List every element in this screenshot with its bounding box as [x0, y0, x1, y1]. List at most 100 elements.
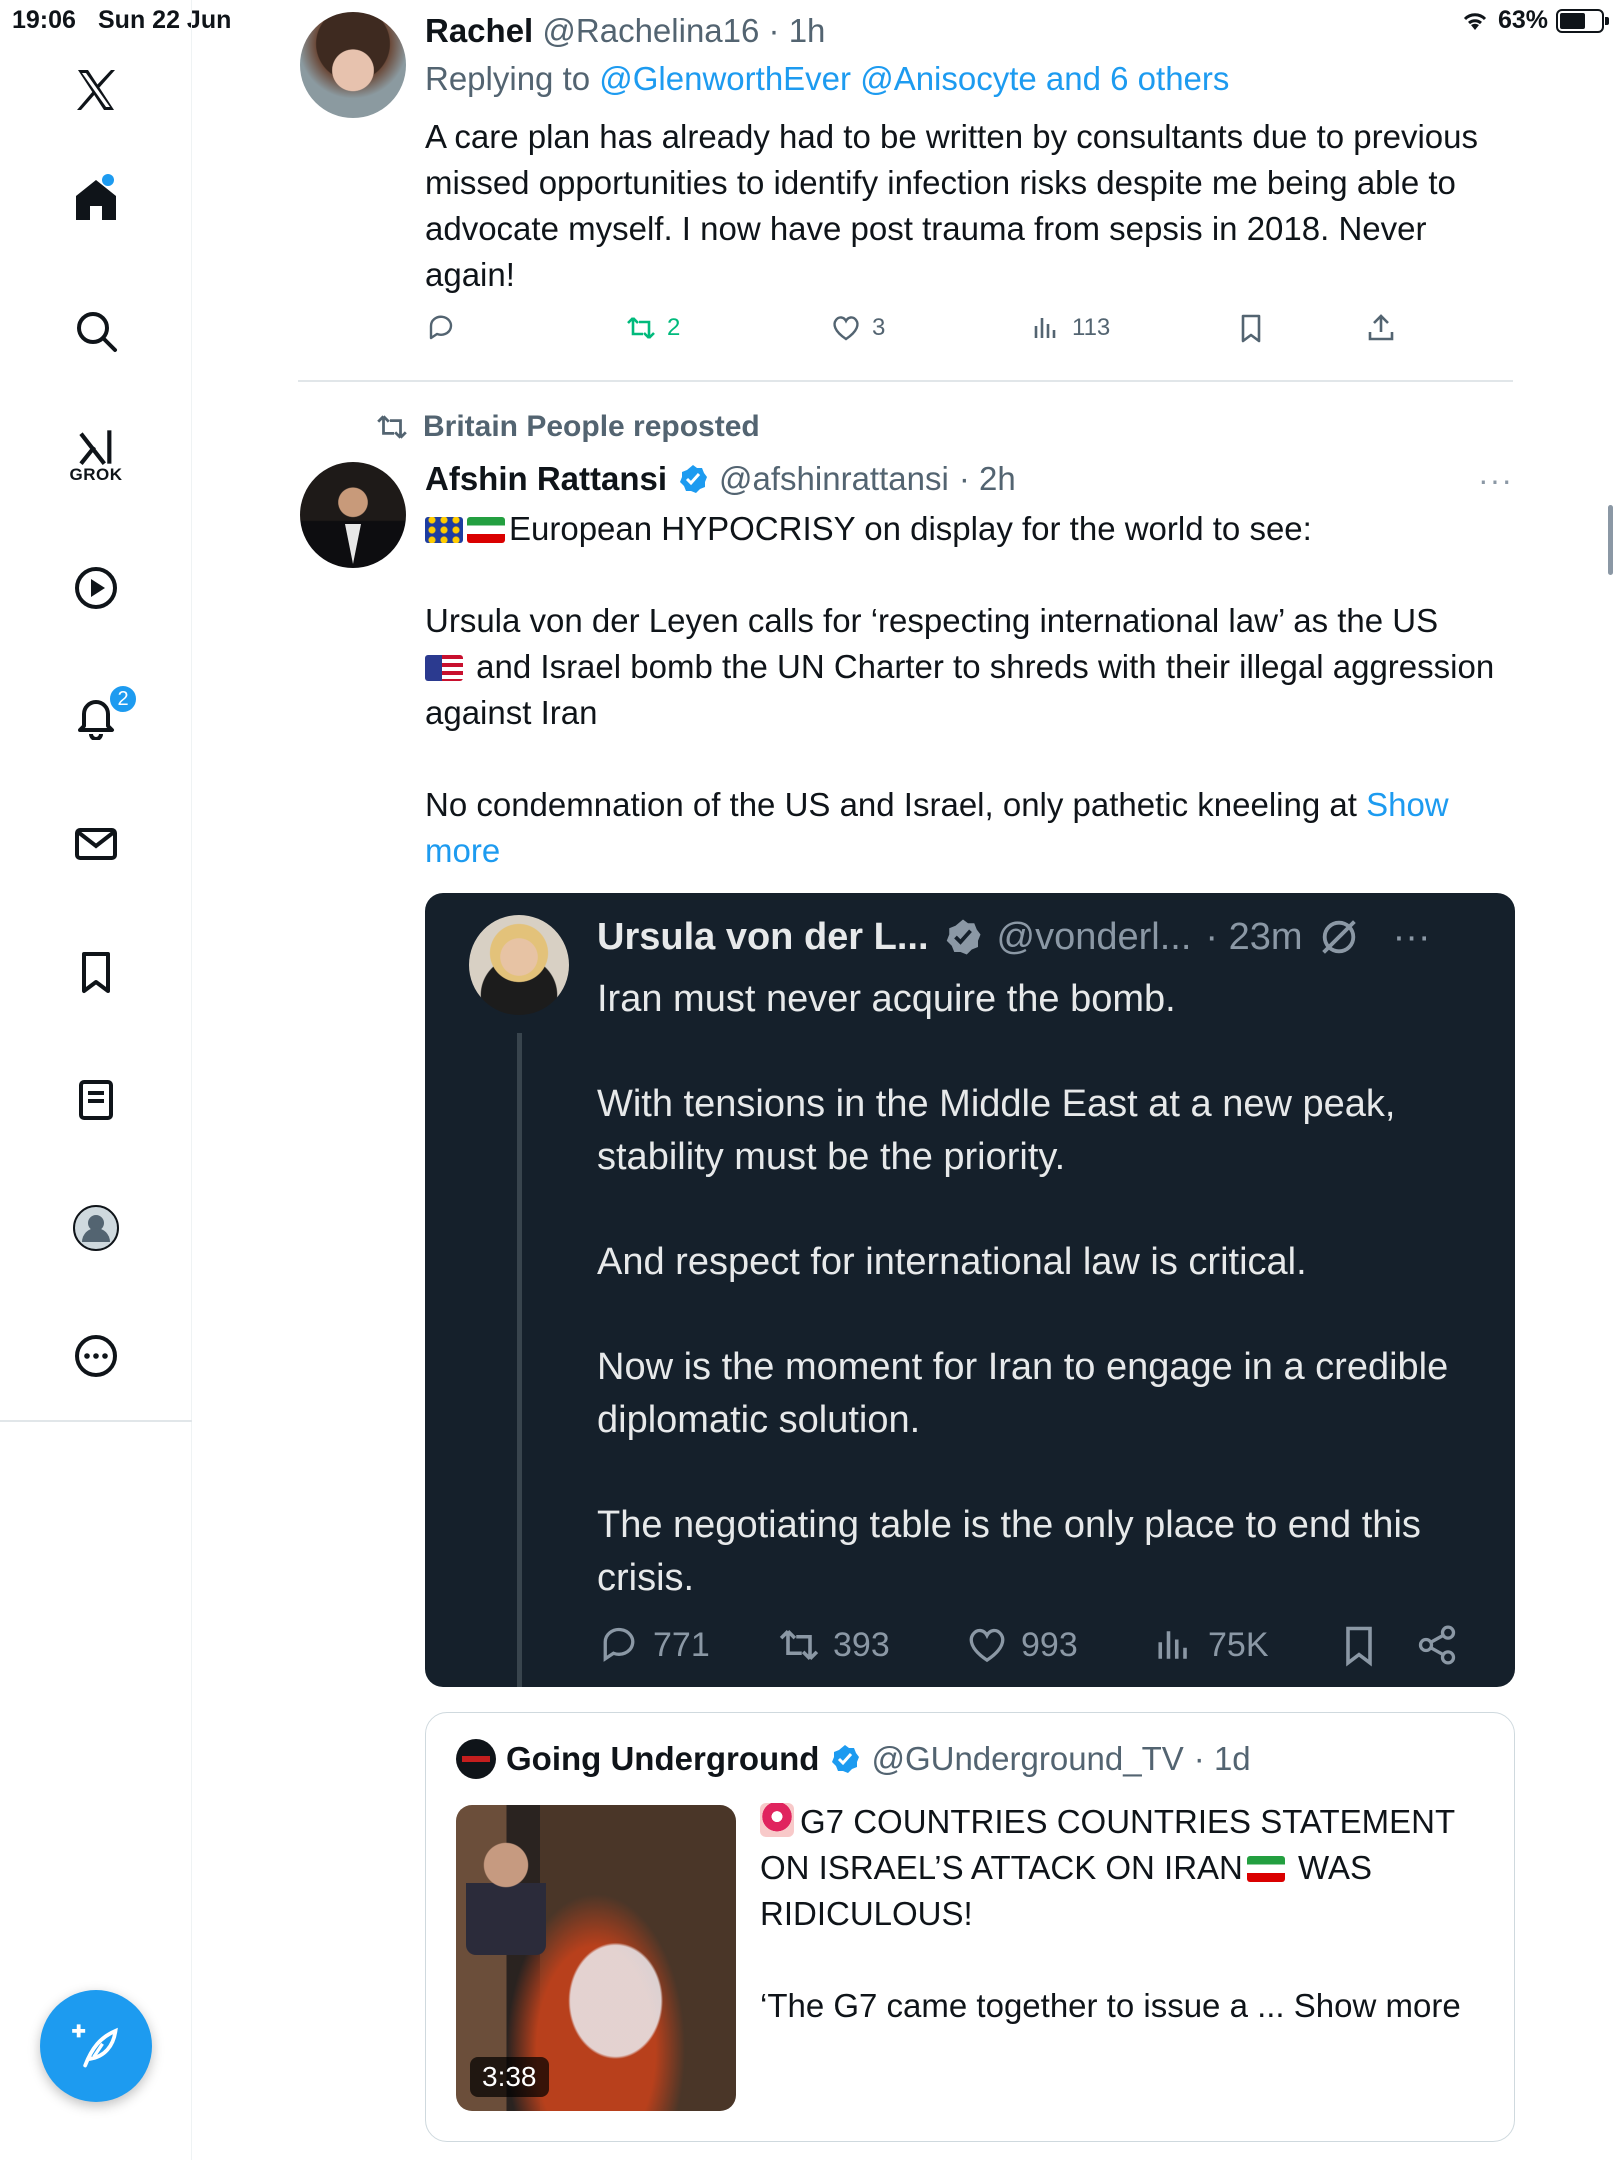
sidebar-divider	[0, 1420, 192, 1422]
verified-badge-icon	[680, 465, 708, 493]
scrollbar[interactable]	[1608, 505, 1613, 575]
replying-prefix: Replying to	[425, 60, 600, 97]
tweet-actions: 2 3 113	[425, 312, 1425, 356]
embed-paragraph: The negotiating table is the only place …	[597, 1504, 1421, 1599]
video-duration: 3:38	[470, 2057, 549, 2097]
battery-icon	[1556, 8, 1609, 33]
author-handle[interactable]: @Rachelina16	[542, 12, 759, 49]
embedded-image[interactable]: Ursula von der L... @vonderl... · 23m ··…	[425, 893, 1515, 1687]
sidebar-item-bookmarks[interactable]	[60, 936, 132, 1008]
tweet-paragraph-text: No condemnation of the US and Israel, on…	[425, 786, 1357, 823]
compose-button[interactable]	[40, 1990, 152, 2102]
bookmark-icon	[1241, 314, 1261, 343]
embed-text: Iran must never acquire the bomb. With t…	[597, 973, 1487, 1657]
embed-more: ···	[1392, 915, 1431, 958]
embed-paragraph: Iran must never acquire the bomb.	[597, 978, 1176, 1020]
eu-flag-icon	[425, 517, 463, 543]
tweet-time[interactable]: · 1h	[769, 12, 826, 49]
quote-author-handle: @GUnderground_TV	[871, 1740, 1184, 1777]
like-count: 3	[872, 314, 886, 341]
sidebar-item-more[interactable]	[60, 1320, 132, 1392]
embed-views: 75K	[1152, 1623, 1269, 1667]
views-count: 113	[1072, 314, 1111, 341]
grok-label: GROK	[69, 465, 123, 484]
siren-icon	[760, 1803, 794, 1837]
author-handle[interactable]: @afshinrattansi	[719, 456, 949, 502]
like-button[interactable]: 3	[830, 312, 885, 344]
thumbnail-person	[466, 1835, 546, 1955]
profile-avatar-icon	[73, 1205, 119, 1251]
embed-reply-count: 771	[653, 1625, 710, 1664]
compose-feather-icon	[72, 2024, 118, 2068]
quote-avatar	[456, 1739, 496, 1779]
bookmark-icon	[82, 952, 110, 993]
repost-label: Britain People reposted	[423, 410, 760, 443]
repost-icon	[377, 415, 407, 439]
tweet-time[interactable]: · 2h	[959, 456, 1016, 502]
tweet-paragraph-text: European HYPOCRISY on display for the wo…	[509, 510, 1312, 547]
envelope-icon	[75, 828, 117, 860]
embed-handle: @vonderl...	[996, 915, 1192, 958]
us-flag-icon	[425, 655, 463, 681]
embed-repost-count: 393	[833, 1625, 890, 1664]
tweet-text: European HYPOCRISY on display for the wo…	[425, 506, 1505, 920]
share-nodes-icon	[1418, 1625, 1456, 1665]
embed-paragraph: Now is the moment for Iran to engage in …	[597, 1346, 1449, 1441]
status-right: 63%	[1460, 6, 1609, 35]
embed-share	[1415, 1623, 1459, 1667]
battery-fill	[1560, 12, 1585, 29]
wifi-icon	[1463, 12, 1487, 30]
tweet-header: Rachel @Rachelina16 · 1h	[425, 8, 825, 54]
reply-icon	[429, 315, 453, 340]
home-unread-dot	[102, 174, 114, 186]
views-button[interactable]: 113	[1030, 312, 1110, 344]
views-icon	[1158, 1631, 1187, 1659]
replying-to: Replying to @GlenworthEver @Anisocyte an…	[425, 56, 1229, 102]
author-name[interactable]: Afshin Rattansi	[425, 456, 667, 502]
embed-like: 993	[965, 1623, 1078, 1667]
afshin-avatar[interactable]	[300, 462, 406, 568]
sidebar-item-video[interactable]	[60, 552, 132, 624]
grok-slash-icon	[1321, 920, 1356, 954]
tweet-header: Afshin Rattansi @afshinrattansi · 2h	[425, 456, 1016, 502]
heart-icon	[969, 1628, 1005, 1663]
quote-headline: G7 COUNTRIES COUNTRIES STATEMENT ON ISRA…	[760, 1799, 1490, 1937]
quote-text: G7 COUNTRIES COUNTRIES STATEMENT ON ISRA…	[760, 1799, 1490, 2075]
video-thumbnail[interactable]: 3:38	[456, 1805, 736, 2111]
quote-snippet: ‘The G7 came together to issue a ... Sho…	[760, 1987, 1461, 2024]
replying-to-users[interactable]: @GlenworthEver @Anisocyte and 6 others	[599, 60, 1229, 97]
sidebar-item-profile[interactable]	[60, 1192, 132, 1264]
embed-paragraph: And respect for international law is cri…	[597, 1241, 1307, 1283]
quote-time: · 1d	[1193, 1740, 1251, 1777]
share-button[interactable]	[1365, 312, 1397, 344]
quote-author-name: Going Underground	[506, 1740, 820, 1777]
sidebar-item-explore[interactable]	[60, 295, 132, 367]
repost-context[interactable]: Britain People reposted	[375, 410, 760, 444]
verified-badge-icon	[946, 919, 981, 955]
notifications-badge: 2	[108, 684, 138, 714]
repost-icon	[779, 1629, 819, 1661]
reply-button[interactable]	[425, 312, 457, 344]
quoted-tweet[interactable]: Going Underground @GUnderground_TV · 1d …	[425, 1712, 1515, 2142]
grok-icon	[79, 430, 112, 465]
x-logo-icon[interactable]	[60, 54, 132, 126]
embed-avatar	[469, 915, 569, 1015]
repost-button[interactable]: 2	[625, 312, 680, 344]
verified-badge-icon	[832, 1745, 860, 1773]
search-icon	[77, 312, 117, 352]
sidebar-item-lists[interactable]	[60, 1064, 132, 1136]
tweet-paragraph-text: and Israel bomb the UN Charter to shreds…	[425, 648, 1495, 731]
sidebar-item-home[interactable]	[60, 164, 132, 236]
sidebar-item-notifications[interactable]: 2	[60, 680, 138, 752]
embed-paragraph: With tensions in the Middle East at a ne…	[597, 1083, 1396, 1178]
tweet-paragraph: No condemnation of the US and Israel, on…	[425, 782, 1505, 874]
rachel-avatar[interactable]	[300, 12, 406, 118]
sidebar-item-grok[interactable]: GROK	[60, 420, 132, 492]
tweet-more-button[interactable]: ···	[1478, 462, 1513, 499]
sidebar-item-messages[interactable]	[60, 808, 132, 880]
tweet-text: A care plan has already had to be writte…	[425, 118, 1478, 293]
embed-like-count: 993	[1021, 1625, 1078, 1664]
embed-bookmark	[1337, 1623, 1381, 1667]
bookmark-button[interactable]	[1235, 312, 1267, 344]
author-name[interactable]: Rachel	[425, 12, 533, 49]
